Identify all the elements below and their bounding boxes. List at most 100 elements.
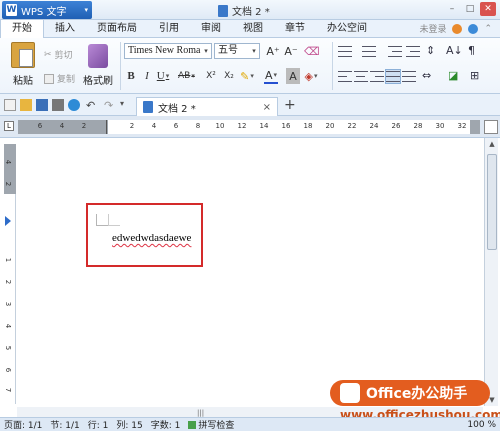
window-title: 文档 2 * [218,3,270,18]
status-line: 行: 1 [87,421,109,431]
shrink-font-button[interactable]: A⁻ [284,43,298,59]
char-shading-button[interactable]: A [286,68,300,84]
bold-button[interactable]: B [124,68,138,84]
ruler-tick-label: 20 [325,122,335,130]
indent-marker[interactable] [106,120,112,134]
distribute-icon[interactable] [402,70,416,83]
ruler-tick-label: 4 [59,122,65,130]
line-spacing-icon[interactable]: ⇕ [426,44,440,57]
status-section: 节: 1/1 [50,421,80,431]
help-icon[interactable] [468,23,479,34]
new-tab-button[interactable]: + [284,97,296,113]
ruler-tick-label: 4 [4,159,13,165]
ruler-tick-label: 1 [4,257,13,263]
redo-icon[interactable]: ↷ [104,99,116,112]
bullet-list-icon[interactable] [338,45,352,58]
sort-icon[interactable]: A↓ [446,44,463,57]
maximize-button[interactable]: □ [462,2,478,16]
tab-office-space[interactable]: 办公空间 [316,20,378,38]
format-painter-label: 格式刷 [83,76,113,87]
tab-insert[interactable]: 插入 [44,20,86,38]
close-button[interactable]: ✕ [480,2,496,16]
tab-stop-selector[interactable]: L [4,121,14,131]
tab-view[interactable]: 视图 [232,20,274,38]
undo-icon[interactable]: ↶ [86,99,98,112]
decrease-indent-icon[interactable] [388,45,402,58]
login-status[interactable]: 未登录 [419,22,446,35]
tab-document-2[interactable]: 文档 2 * × [136,97,278,116]
shading-icon[interactable]: ◪ [448,69,462,82]
tab-page-layout[interactable]: 页面布局 [86,20,148,38]
ribbon-home: 粘贴 ✂ 剪切 复制 格式刷 Times New Roma ▾ 五号 ▾ A⁺ … [0,38,500,94]
new-document-icon[interactable] [4,99,16,111]
status-word-count[interactable]: 字数: 1 [151,418,181,431]
close-tab-button[interactable]: × [263,102,271,113]
underline-button[interactable]: U [156,68,170,84]
tab-chapter[interactable]: 章节 [274,20,316,38]
horizontal-ruler[interactable]: 6 4 2 2 4 6 8 10 12 14 16 18 20 22 24 26… [18,120,480,134]
vertical-scrollbar[interactable]: ▲ ▼ [484,138,498,406]
document-icon [218,4,228,17]
tab-home[interactable]: 开始 [0,19,44,38]
ruler-tick-label: 26 [391,122,401,130]
document-tab-title: 文档 2 * [158,103,196,115]
paste-button[interactable]: 粘贴 [6,42,40,90]
ruler-tick-label: 10 [215,122,225,130]
scroll-thumb[interactable] [487,154,497,250]
chevron-down-icon: ▾ [84,6,88,14]
cut-button[interactable]: ✂ 剪切 [44,48,73,62]
print-preview-icon[interactable] [68,99,80,111]
copy-button[interactable]: 复制 [44,72,75,85]
superscript-button[interactable]: X² [204,68,218,84]
watermark-badge: Office办公助手 [330,380,490,406]
align-left-icon[interactable] [338,70,352,83]
skin-icon[interactable] [452,23,463,34]
increase-indent-icon[interactable] [406,45,420,58]
wps-logo-icon: W [6,4,17,16]
status-page: 页面: 1/1 [4,421,43,431]
font-name-value: Times New Roma [128,45,201,56]
align-right-icon[interactable] [370,70,384,83]
format-painter-button[interactable]: 格式刷 [80,44,116,87]
chevron-down-icon[interactable]: ▾ [120,99,132,111]
border-icon[interactable]: ⊞ [470,69,484,82]
clipboard-icon [11,42,35,68]
justify-icon[interactable] [385,69,401,84]
paragraph-mark-icon[interactable]: ¶ [468,44,482,57]
open-folder-icon[interactable] [20,99,32,111]
strikethrough-button[interactable]: AB [178,68,195,84]
app-menu-button[interactable]: W WPS 文字 ▾ [2,1,92,19]
font-name-select[interactable]: Times New Roma ▾ [124,43,212,59]
text-direction-icon[interactable]: ⇔ [422,69,436,82]
numbered-list-icon[interactable] [362,45,376,58]
print-icon[interactable] [52,99,64,111]
ruler-toggle-icon[interactable] [484,120,498,134]
chevron-up-icon[interactable]: ⌃ [484,24,492,34]
copy-label: 复制 [57,75,76,85]
ruler-tick-label: 32 [457,122,467,130]
ruler-tick-label: 30 [435,122,445,130]
align-center-icon[interactable] [354,70,368,83]
ruler-tick-label: 4 [4,323,13,329]
subscript-button[interactable]: X₂ [222,68,236,84]
tab-references[interactable]: 引用 [148,20,190,38]
clear-format-icon[interactable]: ⌫ [304,43,320,59]
document-canvas[interactable] [17,138,483,406]
tab-review[interactable]: 审阅 [190,20,232,38]
ruler-tick-label: 3 [4,301,13,307]
page [17,138,483,406]
minimize-button[interactable]: – [444,2,460,16]
italic-button[interactable]: I [140,68,154,84]
ruler-tick-label: 2 [129,122,135,130]
scroll-up-icon[interactable]: ▲ [485,138,499,150]
font-size-select[interactable]: 五号 ▾ [214,43,260,59]
zoom-control[interactable]: 100 % [467,420,500,430]
scroll-grip-icon[interactable]: ||| [197,409,204,417]
font-color-button[interactable]: A [264,68,278,84]
text-effect-icon[interactable]: ◈ [304,68,318,84]
highlight-icon[interactable]: ✎ [240,68,254,84]
grow-font-button[interactable]: A⁺ [266,43,280,59]
vertical-ruler[interactable]: 4 2 1 2 3 4 5 6 7 [4,144,16,404]
save-icon[interactable] [36,99,48,111]
spellcheck-toggle[interactable]: 拼写检查 [188,418,234,431]
